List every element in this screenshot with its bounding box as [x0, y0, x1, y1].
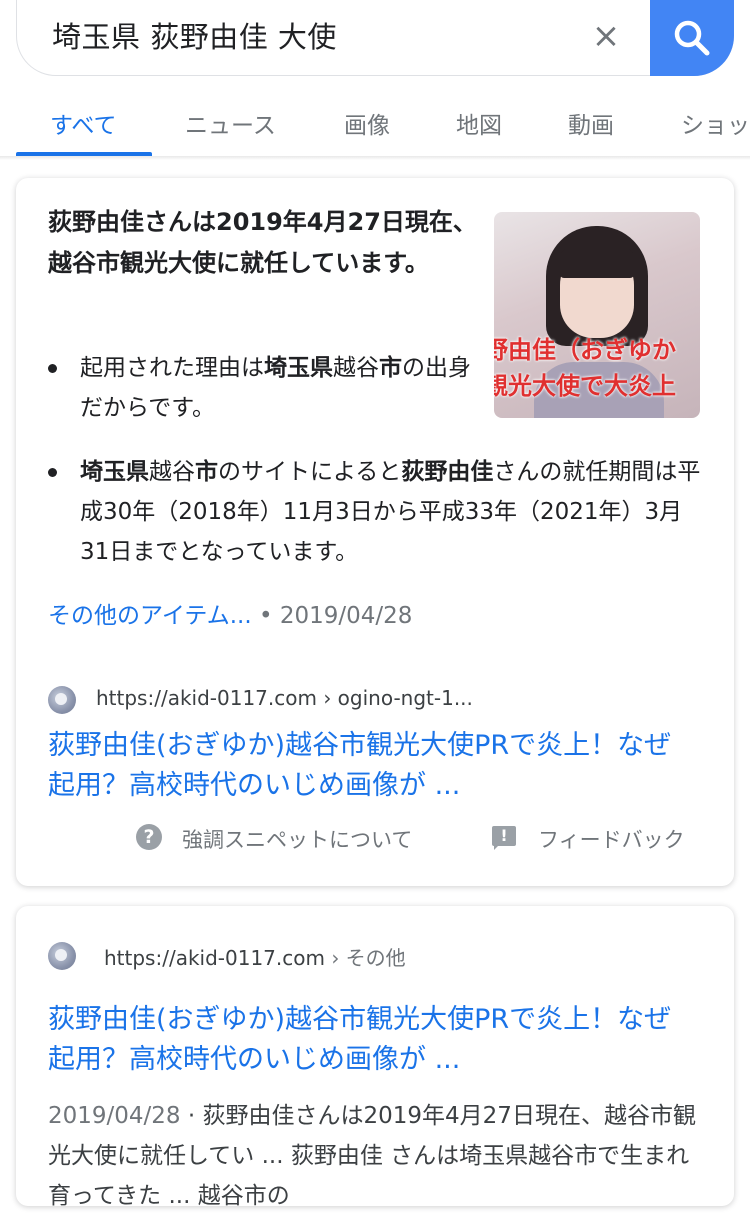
search-button[interactable] — [650, 0, 734, 76]
thumbnail-caption-2: 観光大使で大炎上 — [494, 372, 676, 400]
tab-maps[interactable]: 地図 — [456, 106, 502, 140]
feedback-button[interactable]: ! フィードバック — [492, 824, 722, 854]
bullet-text-bold: 埼玉県 — [80, 459, 149, 485]
bullet-text-part: 越谷 — [149, 459, 195, 485]
result-url-path: › ogino-ngt-1... — [316, 686, 473, 710]
bullet-text-part: のサイトによると — [218, 459, 402, 485]
about-snippet-button[interactable]: ? 強調スニペットについて — [136, 824, 456, 854]
result-title-link[interactable]: 荻野由佳(おぎゆか)越谷市観光大使PRで炎上！なぜ起用？高校時代のいじめ画像が … — [48, 1000, 688, 1080]
bullet-text-bold: 市 — [195, 459, 218, 485]
search-icon — [674, 20, 710, 56]
tab-all[interactable]: すべて — [50, 106, 116, 140]
bullet-text-bold: 埼玉県 — [264, 355, 333, 381]
tab-videos[interactable]: 動画 — [568, 106, 614, 140]
tab-images[interactable]: 画像 — [344, 106, 390, 140]
result-url-path: › その他 — [324, 946, 406, 970]
list-item: 埼玉県越谷市のサイトによると荻野由佳さんの就任期間は平成30年（2018年）11… — [48, 452, 708, 572]
tab-news[interactable]: ニュース — [185, 106, 276, 140]
about-snippet-label: 強調スニペットについて — [182, 828, 413, 852]
bullet-text-part: 起用された理由は — [80, 355, 264, 381]
result-snippet: 2019/04/28 · 荻野由佳さんは2019年4月27日現在、越谷市観光大使… — [48, 1096, 698, 1216]
feedback-label: フィードバック — [538, 828, 685, 852]
list-item: 起用された理由は埼玉県越谷市の出身だからです。 — [48, 348, 488, 428]
globe-icon — [48, 942, 76, 970]
more-items-link[interactable]: その他のアイテム... — [48, 603, 252, 629]
snippet-thumbnail[interactable]: 野由佳（おぎゆか 観光大使で大炎上 — [494, 212, 700, 418]
bullet-text: 埼玉県越谷市のサイトによると荻野由佳さんの就任期間は平成30年（2018年）11… — [80, 452, 710, 572]
bullet-icon — [48, 364, 57, 373]
bullet-text-bold: 市 — [379, 355, 402, 381]
bullet-text: 起用された理由は埼玉県越谷市の出身だからです。 — [80, 348, 490, 428]
bullet-icon — [48, 468, 57, 477]
bullet-text-part: 越谷 — [333, 355, 379, 381]
result-title-link[interactable]: 荻野由佳(おぎゆか)越谷市観光大使PRで炎上！なぜ起用？高校時代のいじめ画像が … — [48, 726, 688, 806]
result-url-domain: https://akid-0117.com — [96, 686, 317, 710]
result-url: https://akid-0117.com › その他 — [104, 942, 406, 971]
result-url-domain: https://akid-0117.com — [104, 946, 325, 970]
search-input[interactable]: 埼玉県 荻野由佳 大使 — [52, 14, 337, 56]
more-items-date: • 2019/04/28 — [251, 603, 413, 629]
thumbnail-caption-1: 野由佳（おぎゆか — [494, 336, 676, 364]
result-url: https://akid-0117.com › ogino-ngt-1... — [96, 686, 473, 710]
snippet-heading: 荻野由佳さんは2019年4月27日現在、越谷市観光大使に就任しています。 — [48, 208, 477, 277]
close-icon[interactable]: × — [590, 18, 622, 54]
more-items-row: その他のアイテム... • 2019/04/28 — [48, 596, 412, 630]
help-icon: ? — [136, 824, 162, 850]
tabs-divider — [0, 156, 750, 160]
feedback-icon: ! — [492, 826, 516, 850]
bullet-text-bold: 荻野由佳 — [401, 459, 494, 485]
globe-icon — [48, 686, 76, 714]
featured-snippet-card: 荻野由佳さんは2019年4月27日現在、越谷市観光大使に就任しています。 野由佳… — [16, 178, 734, 886]
thumbnail-bangs — [560, 248, 634, 278]
search-tabs: すべて ニュース 画像 地図 動画 ショッ — [0, 96, 750, 156]
tab-shopping[interactable]: ショッ — [681, 106, 750, 140]
result-date: 2019/04/28 — [48, 1103, 181, 1129]
search-result-card: https://akid-0117.com › その他 荻野由佳(おぎゆか)越谷… — [16, 906, 734, 1209]
